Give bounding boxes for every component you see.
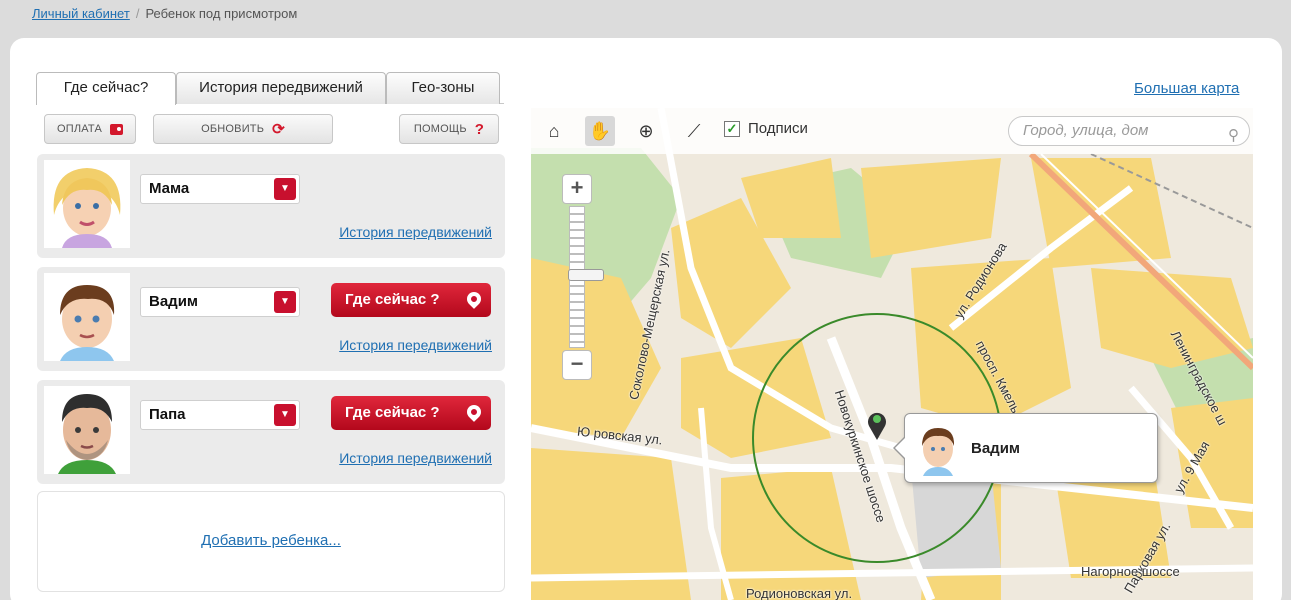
tab-geo-zones[interactable]: Гео-зоны (386, 72, 500, 104)
ruler-icon[interactable]: ⟋ (679, 116, 709, 146)
street-label: Нагорное шоссе (1081, 564, 1180, 579)
breadcrumb-home-link[interactable]: Личный кабинет (32, 6, 130, 21)
zoom-control: + − (562, 174, 604, 380)
person-select-vadim[interactable]: Вадим ▼ (140, 287, 300, 317)
person-popup[interactable]: Вадим (893, 413, 1158, 483)
search-icon[interactable]: ⚲ (1228, 122, 1239, 150)
tab-where-now[interactable]: Где сейчас? (36, 72, 176, 105)
history-link-mama[interactable]: История передвижений (339, 224, 492, 240)
refresh-button[interactable]: ОБНОВИТЬ ⟳ (153, 114, 333, 144)
street-label: Родионовская ул. (746, 586, 853, 600)
location-pin-icon (464, 402, 484, 422)
zoom-slider-track[interactable] (568, 206, 604, 348)
zoom-in-button[interactable]: + (562, 174, 592, 204)
question-icon: ? (474, 120, 485, 138)
person-card-vadim: Вадим ▼ Где сейчас ? История передвижени… (37, 267, 505, 371)
person-card-papa: Папа ▼ Где сейчас ? История передвижений (37, 380, 505, 484)
avatar-mama (44, 160, 130, 248)
chevron-down-icon: ▼ (274, 291, 296, 313)
map-search-placeholder: Город, улица, дом (1023, 122, 1149, 139)
add-child-link[interactable]: Добавить ребенка... (38, 532, 504, 549)
map-search-input[interactable]: Город, улица, дом ⚲ (1008, 116, 1250, 146)
breadcrumb: Личный кабинет / Ребенок под присмотром (32, 6, 297, 21)
help-button[interactable]: ПОМОЩЬ ? (399, 114, 499, 144)
big-map-link[interactable]: Большая карта (1134, 80, 1239, 97)
add-child-box: Добавить ребенка... (37, 491, 505, 592)
zoom-out-button[interactable]: − (562, 350, 592, 380)
where-now-label: Где сейчас ? (345, 291, 440, 308)
location-pin-icon (464, 289, 484, 309)
tab-movement-history[interactable]: История передвижений (176, 72, 386, 104)
avatar-vadim (44, 273, 130, 361)
pay-button-label: ОПЛАТА (56, 123, 103, 135)
where-now-button-vadim[interactable]: Где сейчас ? (331, 283, 491, 317)
refresh-icon: ⟳ (272, 121, 285, 138)
chevron-down-icon: ▼ (274, 404, 296, 426)
person-name: Мама (149, 180, 190, 197)
help-button-label: ПОМОЩЬ (413, 123, 467, 135)
hand-icon[interactable]: ✋ (585, 116, 615, 146)
chevron-down-icon: ▼ (274, 178, 296, 200)
history-link-vadim[interactable]: История передвижений (339, 337, 492, 353)
person-name: Папа (149, 406, 186, 423)
home-icon[interactable]: ⌂ (539, 116, 569, 146)
map-view[interactable]: Ю ровская ул. Соколово-Мещерская ул. Нов… (531, 108, 1253, 600)
zoom-slider-handle[interactable] (568, 269, 604, 281)
pay-button[interactable]: ОПЛАТА (44, 114, 136, 144)
labels-checkbox[interactable]: ✓ (724, 120, 740, 137)
card-icon (110, 123, 124, 135)
labels-toggle-label: Подписи (748, 120, 808, 137)
tab-bar: Где сейчас? История передвижений Гео-зон… (36, 72, 504, 105)
refresh-button-label: ОБНОВИТЬ (201, 123, 265, 135)
person-select-papa[interactable]: Папа ▼ (140, 400, 300, 430)
where-now-label: Где сейчас ? (345, 404, 440, 421)
breadcrumb-current: Ребенок под присмотром (145, 6, 298, 21)
avatar-papa (44, 386, 130, 474)
person-card-mama: Мама ▼ История передвижений (37, 154, 505, 258)
person-name: Вадим (149, 293, 199, 310)
labels-toggle[interactable]: ✓ Подписи (724, 120, 808, 137)
person-select-mama[interactable]: Мама ▼ (140, 174, 300, 204)
breadcrumb-separator: / (135, 6, 140, 21)
map-toolbar: ⌂ ✋ ⊕ ⟋ ✓ Подписи Город, улица, дом ⚲ (531, 108, 1253, 154)
history-link-papa[interactable]: История передвижений (339, 450, 492, 466)
where-now-button-papa[interactable]: Где сейчас ? (331, 396, 491, 430)
popup-name: Вадим (971, 440, 1021, 457)
popup-avatar (915, 422, 961, 476)
zoom-area-icon[interactable]: ⊕ (631, 116, 661, 146)
